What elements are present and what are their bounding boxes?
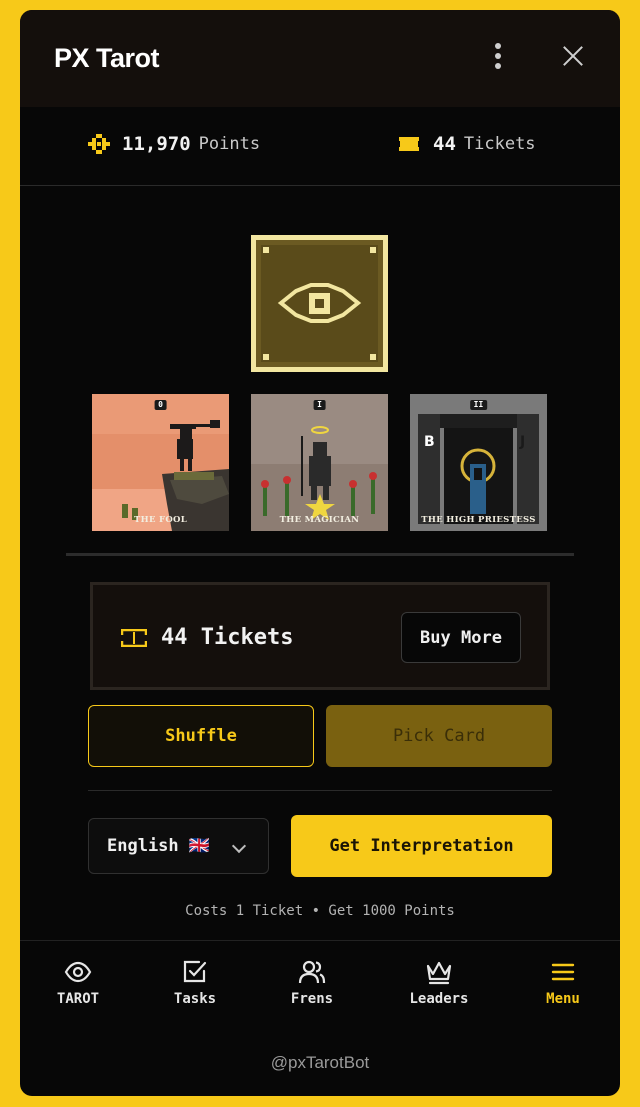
get-interpretation-button[interactable]: Get Interpretation [291, 815, 552, 877]
tab-tasks[interactable]: Tasks [159, 941, 231, 1031]
points-stat: 11,970 Points [88, 133, 260, 155]
card-name: THE FOOL [133, 515, 187, 525]
card-deck-back[interactable] [251, 235, 388, 372]
pick-card-button[interactable]: Pick Card [326, 705, 552, 767]
points-unit: Points [198, 134, 261, 154]
tab-leaders[interactable]: Leaders [399, 941, 479, 1031]
card-name: THE MAGICIAN [279, 515, 360, 525]
ticket-icon [397, 137, 421, 151]
tickets-value: 44 [433, 133, 456, 155]
magician-illustration [251, 394, 388, 531]
fool-illustration [92, 394, 229, 531]
tarot-card-high-priestess[interactable]: B J II THE HIGH PRIESTESS [410, 394, 547, 531]
close-icon[interactable] [562, 45, 584, 67]
bot-handle: @pxTarotBot [270, 1053, 370, 1072]
ticket-panel: 44 Tickets Buy More [90, 582, 550, 690]
tab-label: Menu [546, 991, 580, 1007]
bottom-tab-bar: TAROT Tasks Frens Leaders Menu [20, 940, 620, 1030]
card-number: II [469, 400, 488, 410]
ticket-outline-icon [121, 628, 147, 647]
card-name: THE HIGH PRIESTESS [421, 515, 536, 525]
users-icon [298, 960, 326, 984]
language-selected: English 🇬🇧 [107, 836, 211, 856]
eye-icon [64, 961, 92, 983]
tab-label: Frens [290, 991, 334, 1007]
cost-note: Costs 1 Ticket • Get 1000 Points [185, 903, 455, 919]
tickets-unit: Tickets [463, 134, 536, 154]
section-divider [66, 553, 574, 556]
more-options-icon[interactable] [494, 43, 502, 73]
tab-tarot[interactable]: TAROT [42, 941, 114, 1031]
stats-bar: 11,970 Points 44 Tickets [20, 107, 620, 186]
app-title: PX Tarot [54, 43, 160, 73]
tab-label: Tasks [173, 991, 217, 1007]
high-priestess-illustration: B J [410, 394, 547, 531]
shuffle-button[interactable]: Shuffle [88, 705, 314, 767]
svg-text:B: B [424, 434, 435, 450]
tickets-stat: 44 Tickets [397, 133, 536, 155]
tab-label: Leaders [409, 991, 469, 1007]
app-window: PX Tarot 11,970 Points 44 Tickets 0 THE … [20, 10, 620, 1096]
tarot-card-magician[interactable]: I THE MAGICIAN [251, 394, 388, 531]
section-divider [88, 790, 552, 791]
crown-icon [426, 961, 452, 985]
ticket-count: 44 Tickets [121, 625, 293, 650]
tab-frens[interactable]: Frens [276, 941, 348, 1031]
tarot-card-fool[interactable]: 0 THE FOOL [92, 394, 229, 531]
ticket-count-label: 44 Tickets [161, 625, 294, 650]
title-bar: PX Tarot [20, 10, 620, 107]
svg-text:J: J [519, 434, 525, 450]
tab-menu[interactable]: Menu [527, 941, 599, 1031]
chevron-down-icon [231, 838, 247, 854]
card-number: I [313, 400, 326, 410]
language-select[interactable]: English 🇬🇧 [88, 818, 269, 874]
hamburger-icon [551, 963, 575, 981]
points-value: 11,970 [122, 133, 191, 155]
buy-more-button[interactable]: Buy More [401, 612, 521, 663]
checkbox-icon [183, 960, 207, 983]
card-number: 0 [154, 400, 167, 410]
tab-label: TAROT [56, 991, 100, 1007]
coin-icon [88, 134, 110, 154]
